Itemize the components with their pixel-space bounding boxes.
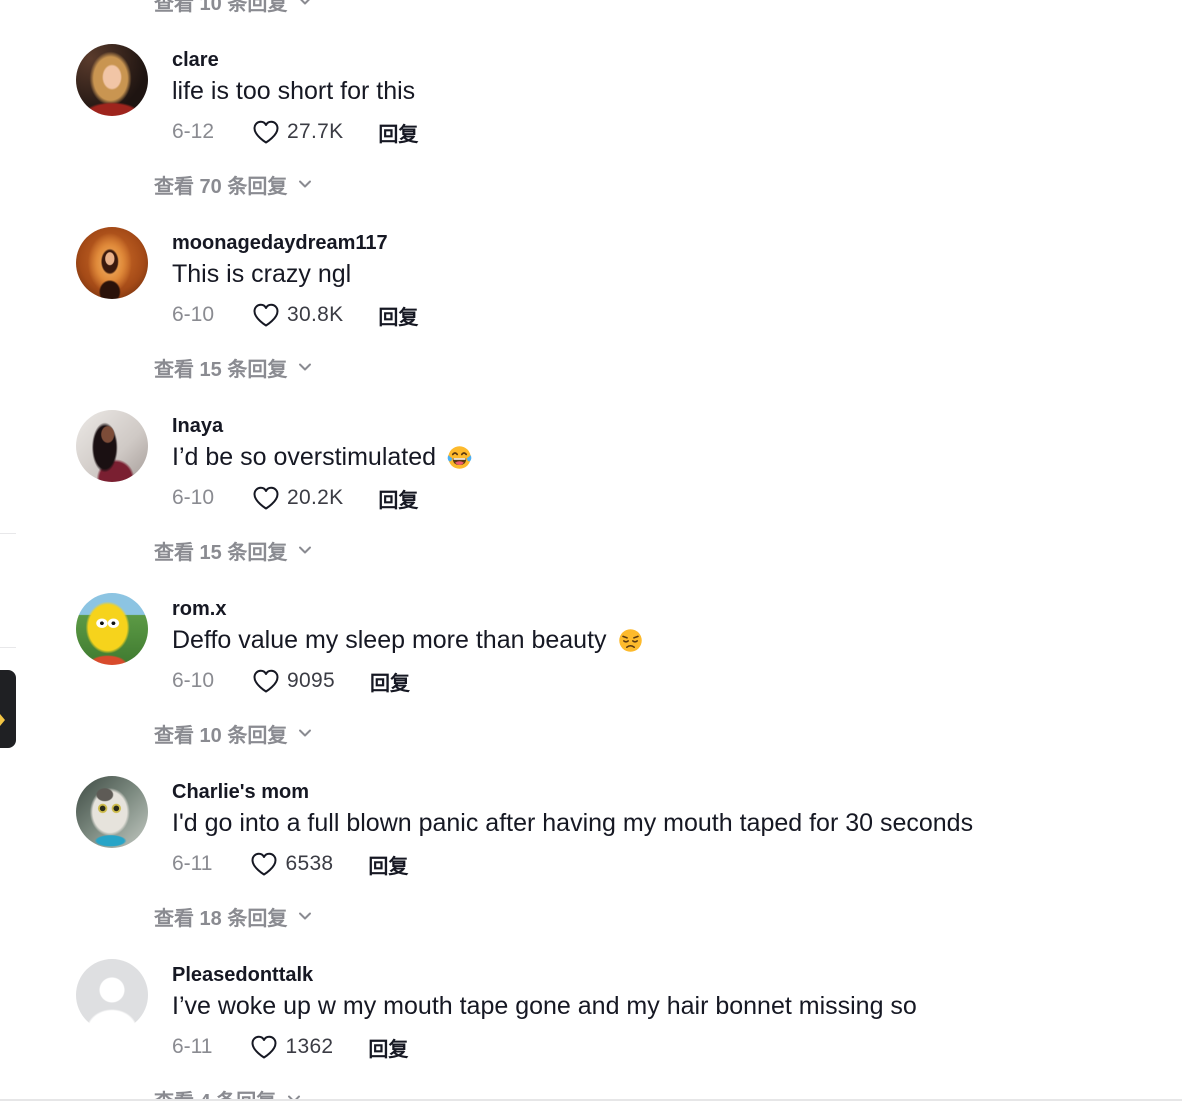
chevron-down-icon: [299, 912, 312, 920]
comment-text-row: I'd go into a full blown panic after hav…: [172, 807, 973, 839]
like-count: 27.7K: [287, 120, 344, 143]
comment-username[interactable]: Charlie's mom: [172, 780, 309, 804]
heart-outline-icon[interactable]: [252, 119, 280, 145]
view-replies-label: 查看 10 条回复: [154, 0, 288, 15]
view-replies-button[interactable]: 查看 18 条回复: [154, 902, 312, 930]
comment-item: Charlie's mom I'd go into a full blown p…: [0, 776, 1182, 959]
comment-item: rom.x Deffo value my sleep more than bea…: [0, 593, 1182, 776]
view-replies-label: 查看 4 条回复: [154, 1085, 276, 1100]
view-replies-label: 查看 18 条回复: [154, 907, 288, 930]
reply-button[interactable]: 回复: [378, 484, 418, 513]
comment-text: I'd go into a full blown panic after hav…: [172, 809, 974, 837]
comment-item: clare life is too short for this 6-12 27…: [0, 44, 1182, 227]
chevron-down-icon: [300, 0, 311, 5]
heart-outline-icon[interactable]: [252, 302, 280, 328]
comment-text: life is too short for this: [172, 77, 416, 105]
comment-date: 6-10: [172, 486, 215, 509]
comment-text: Deffo value my sleep more than beauty: [172, 626, 607, 654]
view-replies-label: 查看 15 条回复: [154, 358, 288, 381]
comment-text-row: This is crazy ngl: [172, 258, 351, 290]
chevron-down-icon: [299, 729, 312, 737]
comment-meta: 6-11 6538 回复: [172, 848, 408, 880]
comment-username[interactable]: rom.x: [172, 597, 226, 621]
like-button[interactable]: 6538: [250, 851, 333, 877]
comment-username[interactable]: moonagedaydream117: [172, 231, 388, 255]
comment-date: 6-12: [172, 120, 215, 143]
user-avatar[interactable]: [76, 776, 148, 848]
comment-meta: 6-11 1362 回复: [172, 1031, 408, 1063]
view-replies-label: 查看 15 条回复: [154, 541, 288, 564]
comment-text: I’ve woke up w my mouth tape gone and my…: [172, 992, 917, 1020]
comment-meta: 6-10 9095 回复: [172, 665, 410, 697]
reply-button[interactable]: 回复: [378, 118, 418, 147]
comment-meta: 6-10 30.8K 回复: [172, 299, 418, 331]
view-replies-label: 查看 70 条回复: [154, 175, 288, 198]
chevron-down-icon: [299, 363, 312, 371]
comment-text-row: I’d be so overstimulated: [172, 441, 473, 473]
reply-button[interactable]: 回复: [370, 667, 410, 696]
like-button[interactable]: 27.7K: [252, 119, 343, 145]
comment-item: Pleasedonttalk I’ve woke up w my mouth t…: [0, 959, 1182, 1099]
like-count: 9095: [287, 669, 335, 692]
user-avatar[interactable]: [76, 44, 148, 116]
comment-text: This is crazy ngl: [172, 260, 352, 288]
heart-outline-icon[interactable]: [252, 668, 280, 694]
comment-username[interactable]: clare: [172, 48, 219, 72]
like-button[interactable]: 1362: [250, 1034, 333, 1060]
view-replies-button[interactable]: 查看 15 条回复: [154, 536, 312, 564]
like-button[interactable]: 20.2K: [252, 485, 343, 511]
like-count: 20.2K: [287, 486, 344, 509]
default-avatar-icon[interactable]: [76, 959, 148, 1031]
comment-date: 6-11: [172, 852, 213, 875]
like-count: 6538: [285, 852, 334, 875]
comment-text: I’d be so overstimulated: [172, 443, 437, 471]
comment-date: 6-11: [172, 1035, 213, 1058]
user-avatar[interactable]: [76, 410, 148, 482]
comment-date: 6-10: [172, 669, 215, 692]
user-avatar[interactable]: [76, 227, 148, 299]
view-replies-button[interactable]: 查看 70 条回复: [154, 170, 312, 198]
user-avatar[interactable]: [76, 593, 148, 665]
view-replies-button[interactable]: 查看 4 条回复: [154, 1085, 301, 1099]
like-button[interactable]: 9095: [252, 668, 335, 694]
face-with-tears-of-joy-icon: [447, 445, 472, 469]
reply-button[interactable]: 回复: [368, 1033, 408, 1062]
like-button[interactable]: 30.8K: [252, 302, 343, 328]
comment-text-row: I’ve woke up w my mouth tape gone and my…: [172, 990, 917, 1022]
comment-meta: 6-10 20.2K 回复: [172, 482, 418, 514]
comment-list: 查看 10 条回复 clare life is too short for th…: [0, 0, 1182, 1099]
comment-meta: 6-12 27.7K 回复: [172, 116, 418, 148]
view-replies-button[interactable]: 查看 10 条回复: [154, 0, 312, 15]
comment-text-row: Deffo value my sleep more than beauty: [172, 624, 644, 656]
comment-item: Inaya I’d be so overstimulated 6-10 20.2…: [0, 410, 1182, 593]
reply-button[interactable]: 回复: [378, 301, 418, 330]
heart-outline-icon[interactable]: [250, 851, 278, 877]
disappointed-face-icon: [618, 628, 642, 652]
view-replies-label: 查看 10 条回复: [154, 724, 288, 747]
comment-text-row: life is too short for this: [172, 75, 415, 107]
comment-username[interactable]: Pleasedonttalk: [172, 963, 313, 987]
reply-button[interactable]: 回复: [368, 850, 408, 879]
heart-outline-icon[interactable]: [252, 485, 280, 511]
comment-date: 6-10: [172, 303, 215, 326]
view-replies-button[interactable]: 查看 10 条回复: [154, 719, 312, 747]
comment-item: moonagedaydream117 This is crazy ngl 6-1…: [0, 227, 1182, 410]
like-count: 30.8K: [287, 303, 344, 326]
view-replies-button[interactable]: 查看 15 条回复: [154, 353, 312, 381]
heart-outline-icon[interactable]: [250, 1034, 278, 1060]
like-count: 1362: [285, 1035, 334, 1058]
comment-username[interactable]: Inaya: [172, 414, 223, 438]
chevron-down-icon: [299, 546, 312, 554]
chevron-down-icon: [299, 180, 312, 188]
panel-bottom-divider: [0, 1099, 1182, 1101]
